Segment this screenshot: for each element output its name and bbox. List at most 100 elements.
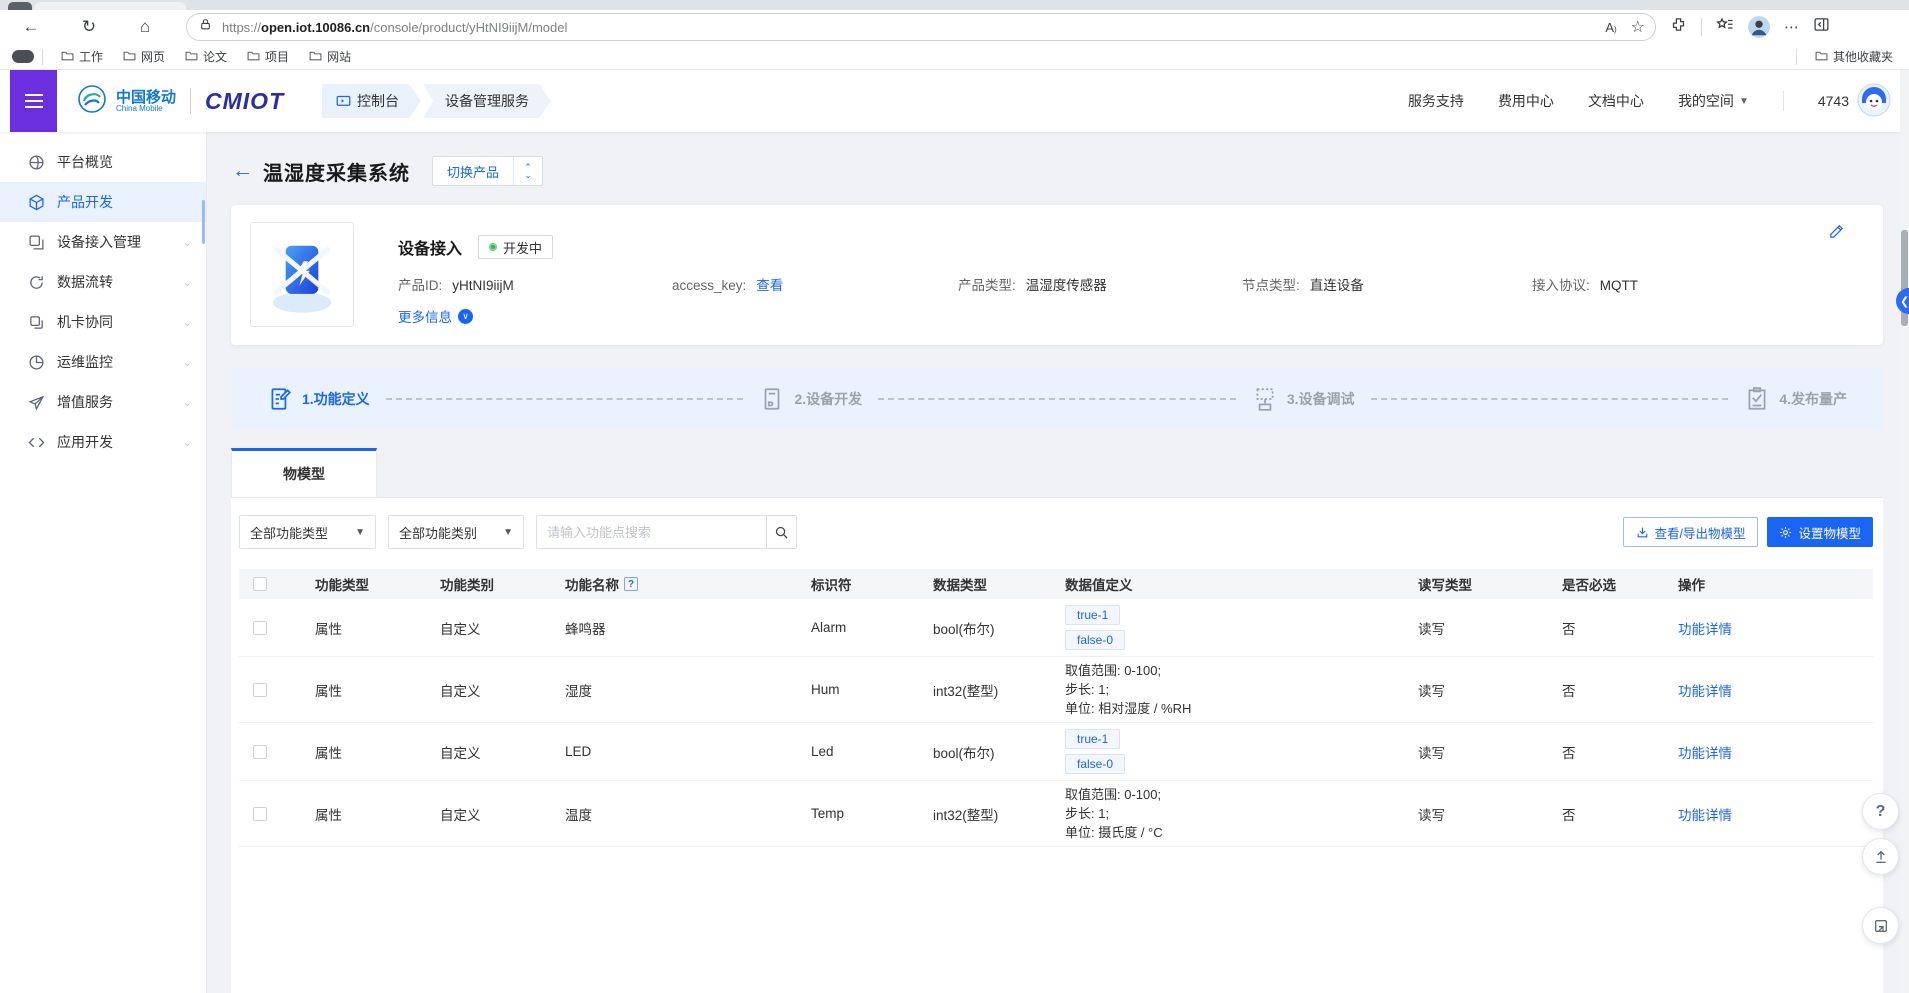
tab-thing-model[interactable]: 物模型 — [231, 448, 377, 497]
status-badge: 开发中 — [478, 235, 553, 259]
value-chip[interactable]: true-1 — [1065, 729, 1120, 749]
site-header: 中国移动 China Mobile CMIOT 控制台 设备管理服务 服务支持 … — [0, 70, 1909, 132]
row-checkbox[interactable] — [253, 807, 267, 821]
submit-float-button[interactable] — [1862, 838, 1899, 875]
set-model-button[interactable]: 设置物模型 — [1767, 517, 1873, 547]
workflow-steps: 1.功能定义 2.设备开发 3.设备调试 4.发布量产 — [231, 368, 1883, 430]
page-scrollbar[interactable] — [1900, 70, 1909, 993]
step-device-development[interactable]: 2.设备开发 — [759, 386, 862, 412]
browser-tab-active-partial[interactable] — [34, 2, 186, 10]
chevron-icon: ⌄ — [183, 356, 192, 369]
step-function-definition[interactable]: 1.功能定义 — [267, 386, 370, 412]
sidebar-item-platform-overview[interactable]: 平台概览 — [0, 142, 206, 182]
button-label: 查看/导出物模型 — [1655, 523, 1746, 542]
sidebar-item-sim-coordination[interactable]: 机卡协同 ⌄ — [0, 302, 206, 342]
col-identifier: 标识符 — [811, 574, 933, 594]
sidebar-item-data-flow[interactable]: 数据流转 ⌄ — [0, 262, 206, 302]
function-detail-link[interactable]: 功能详情 — [1678, 622, 1732, 637]
view-export-model-button[interactable]: 查看/导出物模型 — [1623, 517, 1759, 547]
sidebar-toggle-icon[interactable] — [1813, 16, 1830, 38]
sidebar-item-app-development[interactable]: 应用开发 ⌄ — [0, 422, 206, 462]
breadcrumb-console[interactable]: 控制台 — [322, 84, 421, 118]
browser-tab-partial[interactable] — [8, 2, 32, 10]
cell-datatype: int32(整型) — [933, 680, 1065, 700]
main-content: ← 温湿度采集系统 切换产品 ⌃⌄ 设备接入 开发中 产品ID — [207, 132, 1909, 993]
favorites-bar-icon[interactable] — [1716, 16, 1734, 39]
sidebar-item-device-access[interactable]: 设备接入管理 ⌄ — [0, 222, 206, 262]
home-icon[interactable]: ⌂ — [132, 14, 158, 40]
back-arrow-icon[interactable]: ← — [232, 159, 253, 183]
my-space-menu[interactable]: 我的空间 ▼ — [1678, 91, 1749, 111]
help-icon[interactable]: ? — [624, 577, 638, 591]
export-icon — [1636, 526, 1649, 539]
cell-type: 属性 — [315, 804, 440, 824]
swap-icon — [28, 314, 45, 331]
url-text[interactable]: https://open.iot.10086.cn/console/produc… — [222, 20, 1605, 35]
address-bar[interactable]: https://open.iot.10086.cn/console/produc… — [186, 13, 1656, 41]
refresh-icon[interactable]: ↻ — [76, 14, 102, 40]
sidebar-scrollbar-thumb[interactable] — [202, 200, 205, 244]
function-detail-link[interactable]: 功能详情 — [1678, 684, 1732, 699]
toolbar-divider — [1701, 18, 1702, 36]
value-chip[interactable]: true-1 — [1065, 605, 1120, 625]
cell-name: 温度 — [565, 804, 811, 824]
edit-pencil-icon[interactable] — [1828, 223, 1845, 245]
view-access-key-link[interactable]: 查看 — [756, 278, 783, 293]
breadcrumb-device-service[interactable]: 设备管理服务 — [423, 84, 551, 118]
search-button[interactable] — [766, 515, 797, 549]
value-chip[interactable]: false-0 — [1065, 630, 1125, 650]
hamburger-menu-button[interactable] — [10, 70, 57, 132]
extensions-icon[interactable] — [1670, 16, 1687, 38]
bookmark-folder-sites[interactable]: 网站 — [299, 48, 361, 65]
cell-value-definition: 取值范围: 0-100; 步长: 1; 单位: 相对湿度 / %RH — [1065, 657, 1418, 722]
function-category-select[interactable]: 全部功能类别 ▼ — [388, 515, 524, 549]
browser-profile-avatar[interactable] — [1748, 16, 1770, 38]
chevron-icon: ⌄ — [183, 436, 192, 449]
row-checkbox[interactable] — [253, 683, 267, 697]
my-space-label: 我的空间 — [1678, 91, 1734, 111]
cell-rw: 读写 — [1418, 742, 1562, 762]
bookmark-folder-papers[interactable]: 论文 — [175, 48, 237, 65]
help-float-button[interactable]: ? — [1862, 793, 1899, 830]
folder-icon — [185, 50, 198, 64]
other-favorites[interactable]: 其他收藏夹 — [1805, 48, 1909, 65]
value-chip[interactable]: false-0 — [1065, 754, 1125, 774]
bookmark-folder-web[interactable]: 网页 — [113, 48, 175, 65]
back-icon[interactable]: ← — [18, 14, 44, 40]
browser-menu-icon[interactable]: ⋯ — [1784, 18, 1799, 36]
row-checkbox[interactable] — [253, 621, 267, 635]
nav-link-billing[interactable]: 费用中心 — [1498, 91, 1554, 111]
chevron-icon: ⌄ — [183, 236, 192, 249]
read-aloud-icon[interactable]: A) — [1605, 20, 1616, 35]
feedback-float-button[interactable] — [1862, 907, 1899, 944]
bookmark-folder-projects[interactable]: 项目 — [237, 48, 299, 65]
upload-icon — [1873, 849, 1889, 865]
function-detail-link[interactable]: 功能详情 — [1678, 746, 1732, 761]
browser-tab-strip — [0, 0, 1909, 10]
sidebar-item-ops-monitoring[interactable]: 运维监控 ⌄ — [0, 342, 206, 382]
select-all-checkbox[interactable] — [253, 577, 267, 591]
chevron-down-icon: ▼ — [355, 527, 365, 538]
bookmark-folder-work[interactable]: 工作 — [51, 48, 113, 65]
step-connector — [1371, 398, 1729, 400]
switch-product-button[interactable]: 切换产品 ⌃⌄ — [432, 156, 543, 186]
pie-chart-icon — [28, 354, 45, 371]
mascot-avatar[interactable] — [1857, 83, 1891, 120]
site-lock-icon[interactable] — [199, 18, 212, 36]
sidebar-item-value-added[interactable]: 增值服务 ⌄ — [0, 382, 206, 422]
cell-name: 湿度 — [565, 680, 811, 700]
function-detail-link[interactable]: 功能详情 — [1678, 808, 1732, 823]
nav-link-support[interactable]: 服务支持 — [1408, 91, 1464, 111]
step-device-debug[interactable]: 3.设备调试 — [1252, 386, 1355, 412]
step-label: 1.功能定义 — [302, 389, 370, 409]
row-checkbox[interactable] — [253, 745, 267, 759]
pinned-favicon-bookmark[interactable] — [12, 50, 34, 63]
favorite-star-icon[interactable]: ☆ — [1631, 17, 1645, 37]
step-release-production[interactable]: 4.发布量产 — [1744, 386, 1847, 412]
more-info-link[interactable]: 更多信息 ∨ — [398, 306, 473, 326]
function-search-input[interactable] — [536, 515, 766, 549]
col-value-definition: 数据值定义 — [1065, 574, 1418, 594]
function-type-select[interactable]: 全部功能类型 ▼ — [239, 515, 376, 549]
nav-link-docs[interactable]: 文档中心 — [1588, 91, 1644, 111]
sidebar-item-product-development[interactable]: 产品开发 — [0, 182, 206, 222]
